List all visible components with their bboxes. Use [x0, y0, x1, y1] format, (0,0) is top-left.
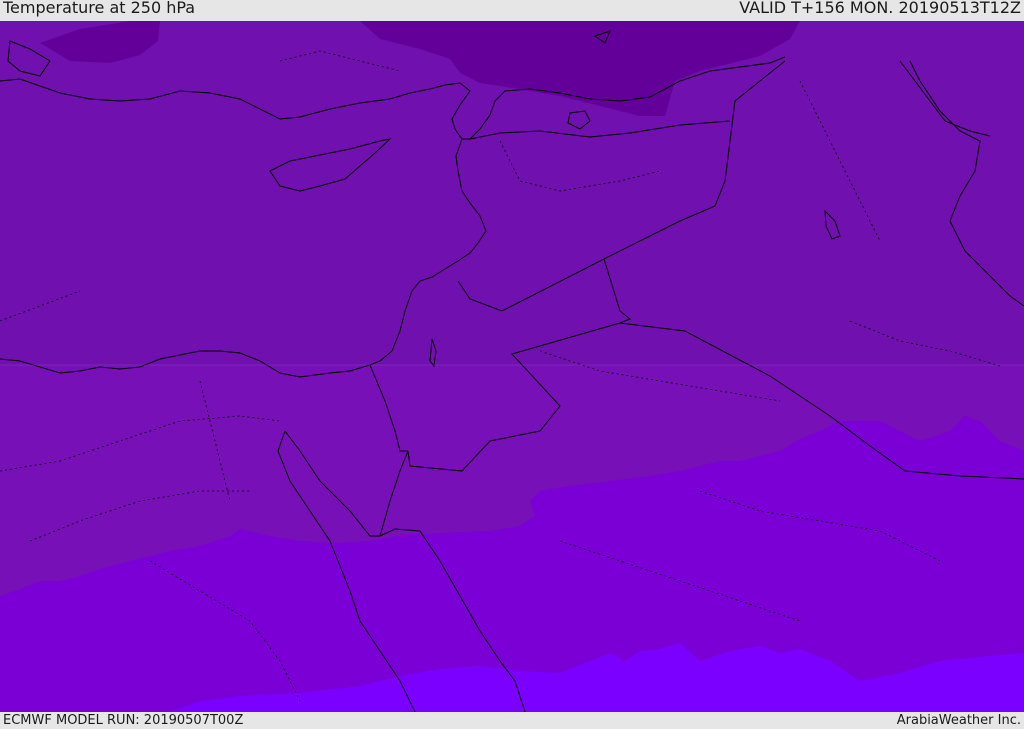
credit-label: ArabiaWeather Inc. — [896, 713, 1021, 728]
map-title: Temperature at 250 hPa — [3, 0, 196, 17]
weather-map-page: Temperature at 250 hPa VALID T+156 MON. … — [0, 0, 1024, 729]
model-run-label: ECMWF MODEL RUN: 20190507T00Z — [3, 713, 244, 728]
map-canvas — [0, 21, 1024, 712]
header-bar: Temperature at 250 hPa VALID T+156 MON. … — [0, 0, 1024, 21]
footer-bar: ECMWF MODEL RUN: 20190507T00Z ArabiaWeat… — [0, 712, 1024, 729]
temperature-map — [0, 21, 1024, 712]
valid-time: VALID T+156 MON. 20190513T12Z — [739, 0, 1021, 17]
